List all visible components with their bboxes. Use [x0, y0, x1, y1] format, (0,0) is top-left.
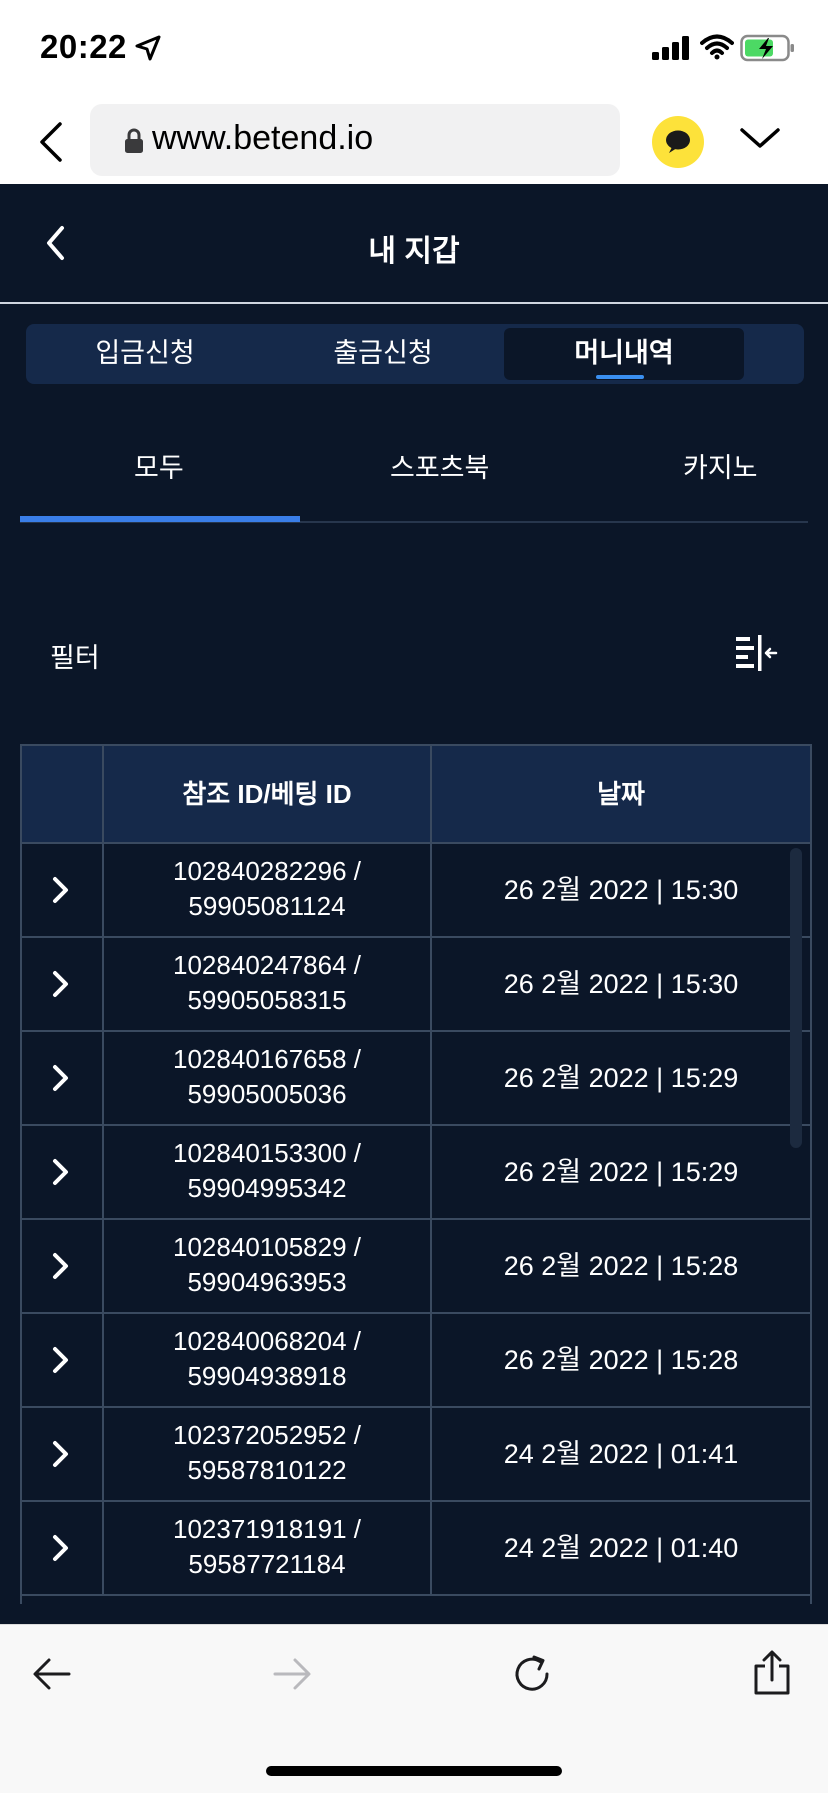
category-active-indicator	[20, 516, 300, 522]
expand-chevron-icon	[53, 1441, 68, 1467]
ref-id: 102840282296 /	[173, 856, 361, 886]
table-row[interactable]: 102840105829 / 59904963953 26 2월 2022 | 1…	[22, 1220, 810, 1314]
lock-icon	[125, 128, 143, 153]
bet-id: 59904963953	[187, 1267, 347, 1297]
filter-label[interactable]: 필터	[50, 636, 100, 675]
ref-id: 102371918191 /	[173, 1514, 361, 1544]
wallet-tab-bar: 입금신청 출금신청 머니내역	[26, 324, 804, 384]
home-indicator	[266, 1766, 562, 1776]
row-expand-button[interactable]	[22, 1032, 102, 1124]
ref-id: 102840153300 /	[173, 1138, 361, 1168]
battery-charging-icon	[740, 34, 794, 62]
history-table: 참조 ID/베팅 ID 날짜 102840282296 / 59905081124…	[20, 744, 812, 1604]
row-expand-button[interactable]	[22, 1126, 102, 1218]
bet-id: 59905058315	[187, 985, 347, 1015]
row-ref-id: 102840247864 / 59905058315	[102, 938, 432, 1030]
row-date: 26 2월 2022 | 15:28	[503, 1345, 739, 1375]
table-row[interactable]: 102840153300 / 59904995342 26 2월 2022 | 1…	[22, 1126, 810, 1220]
bet-id: 59905005036	[187, 1079, 347, 1109]
table-header-expand	[22, 746, 102, 844]
table-scrollbar[interactable]	[790, 848, 802, 1148]
row-expand-button[interactable]	[22, 1314, 102, 1406]
location-arrow-icon	[135, 35, 161, 61]
category-tab-sportsbook[interactable]: 스포츠북	[390, 446, 489, 485]
row-ref-id: 102840282296 / 59905081124	[102, 844, 432, 936]
expand-chevron-icon	[53, 1159, 68, 1185]
row-date: 26 2월 2022 | 15:30	[503, 969, 739, 999]
expand-chevron-icon	[53, 1535, 68, 1561]
wifi-icon	[700, 34, 734, 60]
row-ref-id: 102840167658 / 59905005036	[102, 1032, 432, 1124]
row-ref-id: 102840068204 / 59904938918	[102, 1314, 432, 1406]
row-expand-button[interactable]	[22, 1220, 102, 1312]
ref-id: 102840247864 /	[173, 950, 361, 980]
ref-id: 102840068204 /	[173, 1326, 361, 1356]
ref-id: 102840105829 /	[173, 1232, 361, 1262]
row-ref-id: 102371918191 / 59587721184	[102, 1502, 432, 1594]
bet-id: 59905081124	[188, 891, 346, 921]
expand-chevron-icon	[53, 1253, 68, 1279]
category-tab-casino[interactable]: 카지노	[683, 446, 758, 485]
reload-icon[interactable]	[510, 1652, 554, 1696]
filter-icon[interactable]	[734, 634, 778, 672]
table-header-ref-id: 참조 ID/베팅 ID	[102, 746, 432, 844]
bet-id: 59904938918	[187, 1361, 347, 1391]
active-tab-indicator	[596, 375, 644, 379]
table-row[interactable]: 102840167658 / 59905005036 26 2월 2022 | 1…	[22, 1032, 810, 1126]
bet-id: 59587810122	[187, 1455, 347, 1485]
status-time: 20:22	[40, 28, 127, 65]
row-date: 26 2월 2022 | 15:29	[503, 1157, 739, 1187]
arrow-left-icon[interactable]	[32, 1656, 72, 1692]
bet-id: 59904995342	[187, 1173, 347, 1203]
expand-chevron-icon	[53, 1347, 68, 1373]
row-expand-button[interactable]	[22, 1502, 102, 1594]
table-row[interactable]: 102840282296 / 59905081124 26 2월 2022 | 1…	[22, 844, 810, 938]
signal-icon	[652, 36, 689, 60]
share-icon[interactable]	[752, 1650, 792, 1696]
expand-chevron-icon	[53, 877, 68, 903]
tab-deposit-request[interactable]: 입금신청	[26, 324, 264, 384]
table-row[interactable]: 102840247864 / 59905058315 26 2월 2022 | 1…	[22, 938, 810, 1032]
row-expand-button[interactable]	[22, 1408, 102, 1500]
row-date: 26 2월 2022 | 15:28	[503, 1251, 739, 1281]
page-title: 내 지갑	[368, 235, 460, 268]
chat-button[interactable]	[652, 116, 704, 168]
row-ref-id: 102840153300 / 59904995342	[102, 1126, 432, 1218]
row-date: 24 2월 2022 | 01:40	[503, 1533, 739, 1563]
row-ref-id: 102840105829 / 59904963953	[102, 1220, 432, 1312]
table-header-date: 날짜	[597, 779, 645, 809]
row-ref-id: 102372052952 / 59587810122	[102, 1408, 432, 1500]
chat-bubble-icon	[666, 130, 690, 153]
table-row[interactable]: 102372052952 / 59587810122 24 2월 2022 | 0…	[22, 1408, 810, 1502]
table-header: 참조 ID/베팅 ID 날짜	[22, 744, 810, 844]
row-expand-button[interactable]	[22, 938, 102, 1030]
expand-chevron-icon	[53, 971, 68, 997]
expand-chevron-icon	[53, 1065, 68, 1091]
table-body: 102840282296 / 59905081124 26 2월 2022 | 1…	[22, 844, 810, 1596]
row-date: 26 2월 2022 | 15:29	[503, 1063, 739, 1093]
bet-id: 59587721184	[188, 1549, 346, 1579]
tab-withdraw-request[interactable]: 출금신청	[264, 324, 502, 384]
row-date: 26 2월 2022 | 15:30	[503, 875, 739, 905]
browser-back-chevron-icon[interactable]	[36, 120, 68, 164]
category-tab-all[interactable]: 모두	[134, 446, 184, 485]
row-date: 24 2월 2022 | 01:41	[503, 1439, 739, 1469]
tab-money-history[interactable]: 머니내역	[504, 328, 744, 380]
row-expand-button[interactable]	[22, 844, 102, 936]
ref-id: 102372052952 /	[173, 1420, 361, 1450]
chevron-down-icon[interactable]	[738, 124, 782, 152]
arrow-right-icon[interactable]	[272, 1656, 312, 1692]
ref-id: 102840167658 /	[173, 1044, 361, 1074]
url-text[interactable]: www.betend.io	[152, 119, 373, 158]
table-row[interactable]: 102371918191 / 59587721184 24 2월 2022 | 0…	[22, 1502, 810, 1596]
table-row[interactable]: 102840068204 / 59904938918 26 2월 2022 | 1…	[22, 1314, 810, 1408]
